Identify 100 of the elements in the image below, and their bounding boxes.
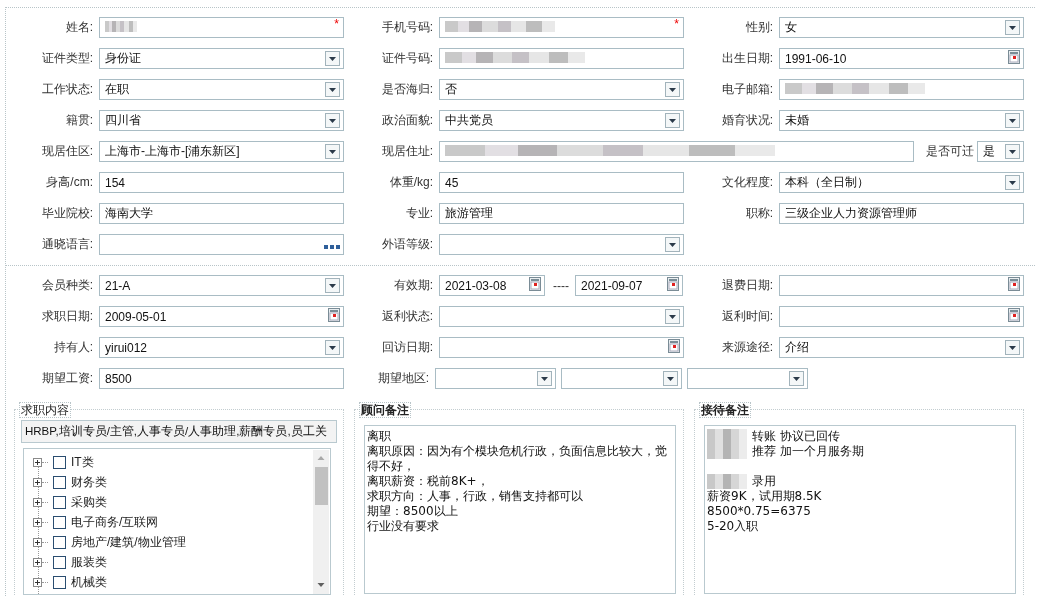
- dropdown-button[interactable]: [665, 82, 680, 97]
- text-field[interactable]: [779, 79, 1024, 100]
- select-field[interactable]: [561, 368, 682, 389]
- tree-item[interactable]: 服装类: [71, 553, 107, 571]
- notes-field[interactable]: 离职 离职原因：因为有个模块危机行政，负面信息比较大，觉得不好， 离职薪资：税前8K+， 求职方向：人事，行政，销售支持都可以 期望：8500以上 行业没有要求: [364, 425, 676, 594]
- text-field[interactable]: 8500: [99, 368, 344, 389]
- dropdown-button[interactable]: [665, 237, 680, 252]
- tree-item[interactable]: 房地产/建筑/物业管理: [71, 533, 186, 551]
- field-label: 有效期:: [392, 277, 434, 294]
- dropdown-button[interactable]: [789, 371, 804, 386]
- text-field[interactable]: *: [439, 17, 684, 38]
- select-field[interactable]: 女: [779, 17, 1024, 38]
- tree-item[interactable]: IT类: [71, 453, 94, 471]
- select-field[interactable]: 四川省: [99, 110, 344, 131]
- text-field[interactable]: 154: [99, 172, 344, 193]
- lookup-field[interactable]: [99, 234, 344, 255]
- tree-item[interactable]: 财务类: [71, 473, 107, 491]
- expand-icon[interactable]: [33, 517, 42, 527]
- text-field[interactable]: *: [99, 17, 344, 38]
- dropdown-button[interactable]: [325, 51, 340, 66]
- note-line: 推荐 加一个月服务期: [752, 444, 864, 459]
- checkbox[interactable]: [53, 575, 66, 589]
- field-label: 政治面貌:: [380, 112, 434, 129]
- notes-field[interactable]: 转账 协议已回传 推荐 加一个月服务期 录用 薪资9K，试用期8.5K 8500*0.75=6375 5-20入职: [704, 425, 1016, 594]
- caret-icon: [541, 376, 548, 381]
- expand-icon[interactable]: [33, 497, 42, 507]
- date-field[interactable]: 1991-06-10: [779, 48, 1024, 69]
- field-label: 是否可迁: [926, 143, 975, 160]
- dropdown-button[interactable]: [1005, 175, 1020, 190]
- dropdown-button[interactable]: [537, 371, 552, 386]
- date-field[interactable]: [779, 275, 1024, 296]
- dropdown-button[interactable]: [325, 340, 340, 355]
- calendar-icon[interactable]: [668, 339, 680, 353]
- select-field[interactable]: [435, 368, 556, 389]
- select-field[interactable]: 未婚: [779, 110, 1024, 131]
- scrollbar[interactable]: [313, 450, 329, 594]
- more-icon[interactable]: [324, 244, 340, 249]
- dropdown-button[interactable]: [1005, 113, 1020, 128]
- text-field[interactable]: 三级企业人力资源管理师: [779, 203, 1024, 224]
- dropdown-button[interactable]: [1005, 340, 1020, 355]
- dropdown-button[interactable]: [665, 113, 680, 128]
- field-label: 期望工资:: [40, 370, 94, 387]
- field-label: 性别:: [744, 19, 774, 36]
- date-field[interactable]: 2021-09-07: [575, 275, 683, 296]
- expand-icon[interactable]: [33, 537, 42, 547]
- tree-item[interactable]: 采购类: [71, 493, 107, 511]
- select-field[interactable]: yirui012: [99, 337, 344, 358]
- field-label: 是否海归:: [380, 81, 434, 98]
- select-field[interactable]: 在职: [99, 79, 344, 100]
- text-field[interactable]: 45: [439, 172, 684, 193]
- text-field[interactable]: 海南大学: [99, 203, 344, 224]
- date-field[interactable]: [779, 306, 1024, 327]
- tree-item[interactable]: 电子商务/互联网: [71, 513, 159, 531]
- select-field[interactable]: [439, 306, 684, 327]
- checkbox[interactable]: [53, 495, 66, 509]
- checkbox[interactable]: [53, 475, 66, 489]
- dropdown-button[interactable]: [663, 371, 678, 386]
- calendar-icon[interactable]: [529, 277, 541, 291]
- expand-icon[interactable]: [33, 577, 42, 587]
- checkbox[interactable]: [53, 555, 66, 569]
- field-label: 体重/kg:: [388, 174, 434, 191]
- expand-icon[interactable]: [33, 557, 42, 567]
- date-field[interactable]: [439, 337, 684, 358]
- select-field[interactable]: 本科（全日制）: [779, 172, 1024, 193]
- date-field[interactable]: 2009-05-01: [99, 306, 344, 327]
- summary-field[interactable]: HRBP,培训专员/主管,人事专员/人事助理,薪酬专员,员工关: [21, 420, 337, 443]
- expand-icon[interactable]: [33, 457, 42, 467]
- select-field[interactable]: 身份证: [99, 48, 344, 69]
- expand-icon[interactable]: [33, 477, 42, 487]
- dropdown-button[interactable]: [1005, 20, 1020, 35]
- tree-item[interactable]: 机械类: [71, 573, 107, 591]
- select-field[interactable]: 21-A: [99, 275, 344, 296]
- dropdown-button[interactable]: [665, 309, 680, 324]
- checkbox[interactable]: [53, 515, 66, 529]
- dropdown-button[interactable]: [325, 278, 340, 293]
- text-field[interactable]: [439, 48, 684, 69]
- select-field[interactable]: [439, 234, 684, 255]
- checkbox[interactable]: [53, 455, 66, 469]
- select-field[interactable]: 是: [977, 141, 1024, 162]
- dropdown-button[interactable]: [325, 82, 340, 97]
- select-field[interactable]: 上海市-上海市-[浦东新区]: [99, 141, 344, 162]
- field-label: 持有人:: [52, 339, 94, 356]
- dropdown-button[interactable]: [325, 144, 340, 159]
- range-separator: ----: [552, 278, 570, 293]
- calendar-icon[interactable]: [667, 277, 679, 291]
- select-field[interactable]: 否: [439, 79, 684, 100]
- dropdown-button[interactable]: [325, 113, 340, 128]
- select-field[interactable]: [687, 368, 808, 389]
- checkbox[interactable]: [53, 535, 66, 549]
- date-field[interactable]: 2021-03-08: [439, 275, 545, 296]
- calendar-icon[interactable]: [1008, 50, 1020, 64]
- select-field[interactable]: 介绍: [779, 337, 1024, 358]
- text-field[interactable]: [439, 141, 914, 162]
- select-field[interactable]: 中共党员: [439, 110, 684, 131]
- calendar-icon[interactable]: [1008, 277, 1020, 291]
- dropdown-button[interactable]: [1005, 144, 1020, 159]
- note-line: 5-20入职: [707, 519, 759, 534]
- calendar-icon[interactable]: [1008, 308, 1020, 322]
- text-field[interactable]: 旅游管理: [439, 203, 684, 224]
- calendar-icon[interactable]: [328, 308, 340, 322]
